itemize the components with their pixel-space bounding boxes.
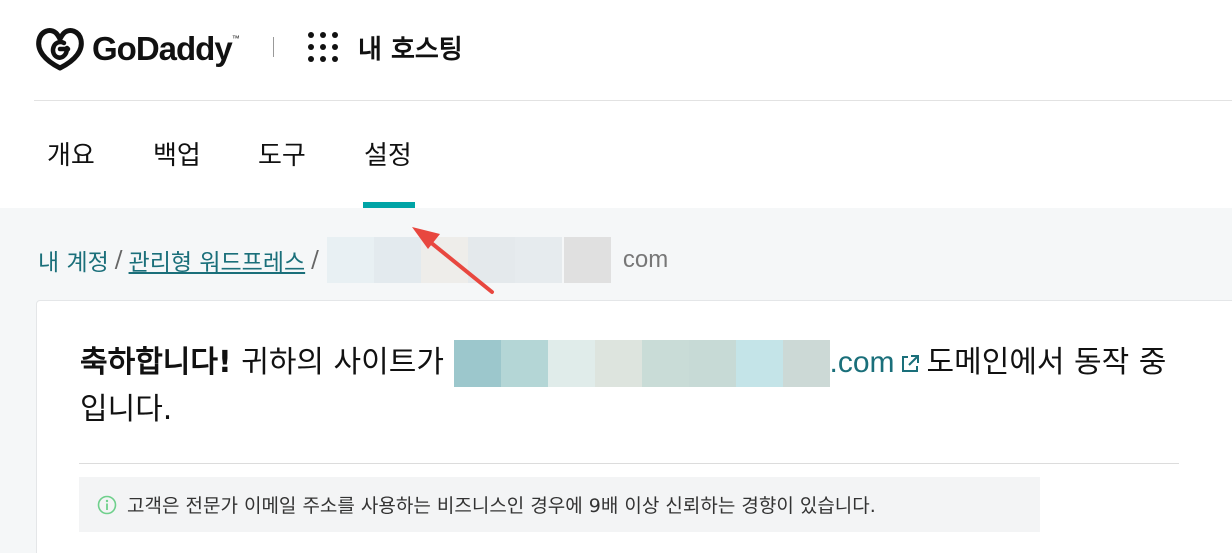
godaddy-logo[interactable]: GoDaddy ™ xyxy=(34,26,240,72)
redacted-domain-end xyxy=(563,237,611,283)
redacted-site-domain xyxy=(453,340,830,387)
breadcrumb-separator: / xyxy=(311,247,319,273)
tab-overview[interactable]: 개요 xyxy=(47,135,95,172)
product-title[interactable]: 내 호스팅 xyxy=(358,29,463,66)
breadcrumb-my-account[interactable]: 내 계정 xyxy=(38,243,109,277)
breadcrumb: 내 계정 / 관리형 워드프레스 / com xyxy=(38,237,668,283)
redacted-domain xyxy=(326,237,562,283)
godaddy-logo-icon xyxy=(36,28,84,71)
app-grid-icon[interactable] xyxy=(307,31,339,63)
congrats-text: 축하합니다! xyxy=(80,345,232,380)
site-domain-link[interactable]: .com xyxy=(830,346,895,379)
tab-backup[interactable]: 백업 xyxy=(153,135,201,172)
tab-bar: 개요 백업 도구 설정 xyxy=(0,101,1232,208)
breadcrumb-managed-wordpress[interactable]: 관리형 워드프레스 xyxy=(129,243,306,277)
message-text-before: 귀하의 사이트가 xyxy=(231,345,454,380)
info-circle-icon xyxy=(97,495,117,514)
header-separator xyxy=(273,37,274,57)
card-divider xyxy=(79,463,1179,464)
tip-text: 고객은 전문가 이메일 주소를 사용하는 비즈니스인 경우에 9배 이상 신뢰하… xyxy=(127,495,876,517)
site-live-message: 축하합니다! 귀하의 사이트가 .com 도메인에서 동작 중입니다. xyxy=(80,340,1190,432)
external-link-icon[interactable] xyxy=(899,353,921,375)
top-header: GoDaddy ™ 내 호스팅 xyxy=(0,0,1232,101)
email-tip-banner: 고객은 전문가 이메일 주소를 사용하는 비즈니스인 경우에 9배 이상 신뢰하… xyxy=(79,477,1040,532)
brand-name: GoDaddy xyxy=(92,30,233,67)
tab-tools[interactable]: 도구 xyxy=(258,135,306,172)
brand-trademark: ™ xyxy=(231,34,240,43)
breadcrumb-domain-suffix: com xyxy=(622,246,669,273)
tab-settings[interactable]: 설정 xyxy=(364,135,412,172)
breadcrumb-separator: / xyxy=(114,247,123,273)
